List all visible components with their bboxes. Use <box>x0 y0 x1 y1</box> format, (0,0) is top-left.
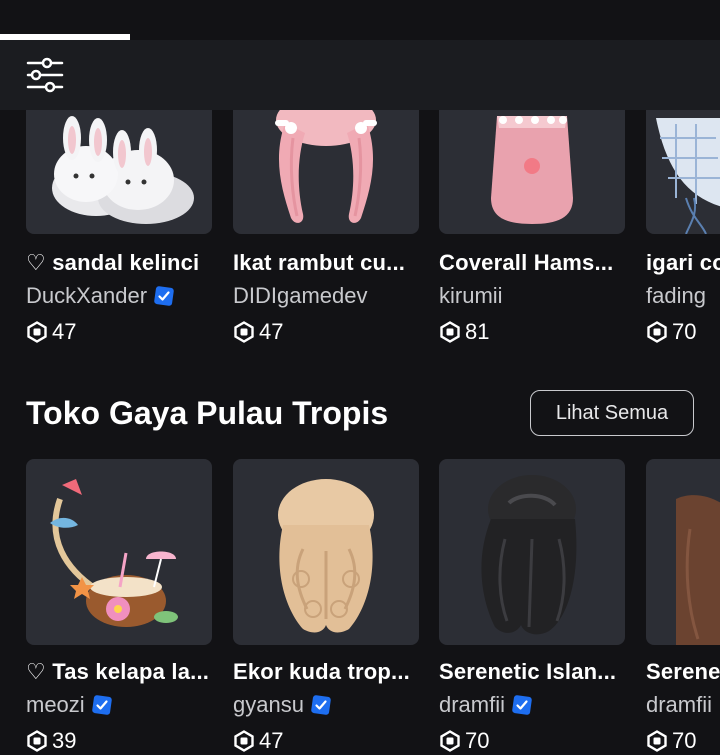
verified-badge-icon <box>512 695 532 715</box>
item-name: Ikat rambut cu... <box>233 250 406 275</box>
item-thumbnail <box>26 110 212 234</box>
verified-badge-icon <box>91 695 112 715</box>
item-creator: DIDIgamedev <box>233 283 368 309</box>
item-price: 47 <box>233 728 283 754</box>
price-value: 81 <box>465 319 490 344</box>
item-name: Serenetic Islan... <box>439 659 617 684</box>
item-creator: meozi <box>26 692 113 718</box>
robux-icon <box>27 321 47 343</box>
item-thumbnail <box>439 110 625 234</box>
item-thumbnail <box>233 110 419 234</box>
robux-icon <box>234 730 254 752</box>
creator-name: DuckXander <box>26 283 148 308</box>
item-name: Coverall Hams... <box>439 250 614 275</box>
item-name: Serene <box>646 659 720 684</box>
robux-icon <box>647 321 667 343</box>
price-value: 70 <box>672 728 697 753</box>
robux-icon <box>440 730 460 752</box>
creator-name: gyansu <box>233 692 304 717</box>
top-tab-bar <box>0 0 720 40</box>
catalog-content: ♡ sandal kelinci DuckXander 47 Ikat ramb… <box>0 110 720 755</box>
item-creator: fading <box>646 283 706 309</box>
item-creator: dramfii <box>646 692 712 718</box>
item-creator: dramfii <box>439 692 533 718</box>
item-price: 70 <box>646 728 696 754</box>
item-thumbnail <box>439 459 625 645</box>
item-price: 81 <box>439 319 489 345</box>
item-name: ♡ Tas kelapa la... <box>26 659 210 684</box>
item-thumbnail <box>233 459 419 645</box>
see-all-button[interactable]: Lihat Semua <box>530 390 694 436</box>
price-value: 47 <box>259 319 284 344</box>
creator-name: dramfii <box>646 692 713 717</box>
verified-badge-icon <box>154 286 174 306</box>
item-thumbnail <box>26 459 212 645</box>
robux-icon <box>234 321 254 343</box>
item-price: 70 <box>646 319 696 345</box>
price-value: 47 <box>52 319 77 344</box>
item-creator: kirumii <box>439 283 503 309</box>
price-value: 70 <box>465 728 490 753</box>
item-price: 47 <box>233 319 283 345</box>
item-price: 39 <box>26 728 76 754</box>
sliders-icon[interactable] <box>25 56 65 94</box>
item-price: 70 <box>439 728 489 754</box>
creator-name: kirumii <box>439 283 503 308</box>
section-title: Toko Gaya Pulau Tropis <box>26 395 389 431</box>
robux-icon <box>27 730 47 752</box>
creator-name: dramfii <box>439 692 506 717</box>
price-value: 47 <box>259 728 284 753</box>
price-value: 70 <box>672 319 697 344</box>
item-thumbnail <box>646 459 720 645</box>
creator-name: DIDIgamedev <box>233 283 368 308</box>
item-creator: DuckXander <box>26 283 175 309</box>
item-price: 47 <box>26 319 76 345</box>
creator-name: fading <box>646 283 706 308</box>
filter-bar <box>0 40 720 110</box>
creator-name: meozi <box>26 692 85 717</box>
item-name: igari co <box>646 250 720 275</box>
item-thumbnail <box>646 110 720 234</box>
verified-badge-icon <box>311 695 331 715</box>
item-name: Ekor kuda trop... <box>233 659 410 684</box>
robux-icon <box>647 730 667 752</box>
item-creator: gyansu <box>233 692 332 718</box>
robux-icon <box>440 321 460 343</box>
item-name: ♡ sandal kelinci <box>26 250 200 275</box>
price-value: 39 <box>52 728 77 753</box>
